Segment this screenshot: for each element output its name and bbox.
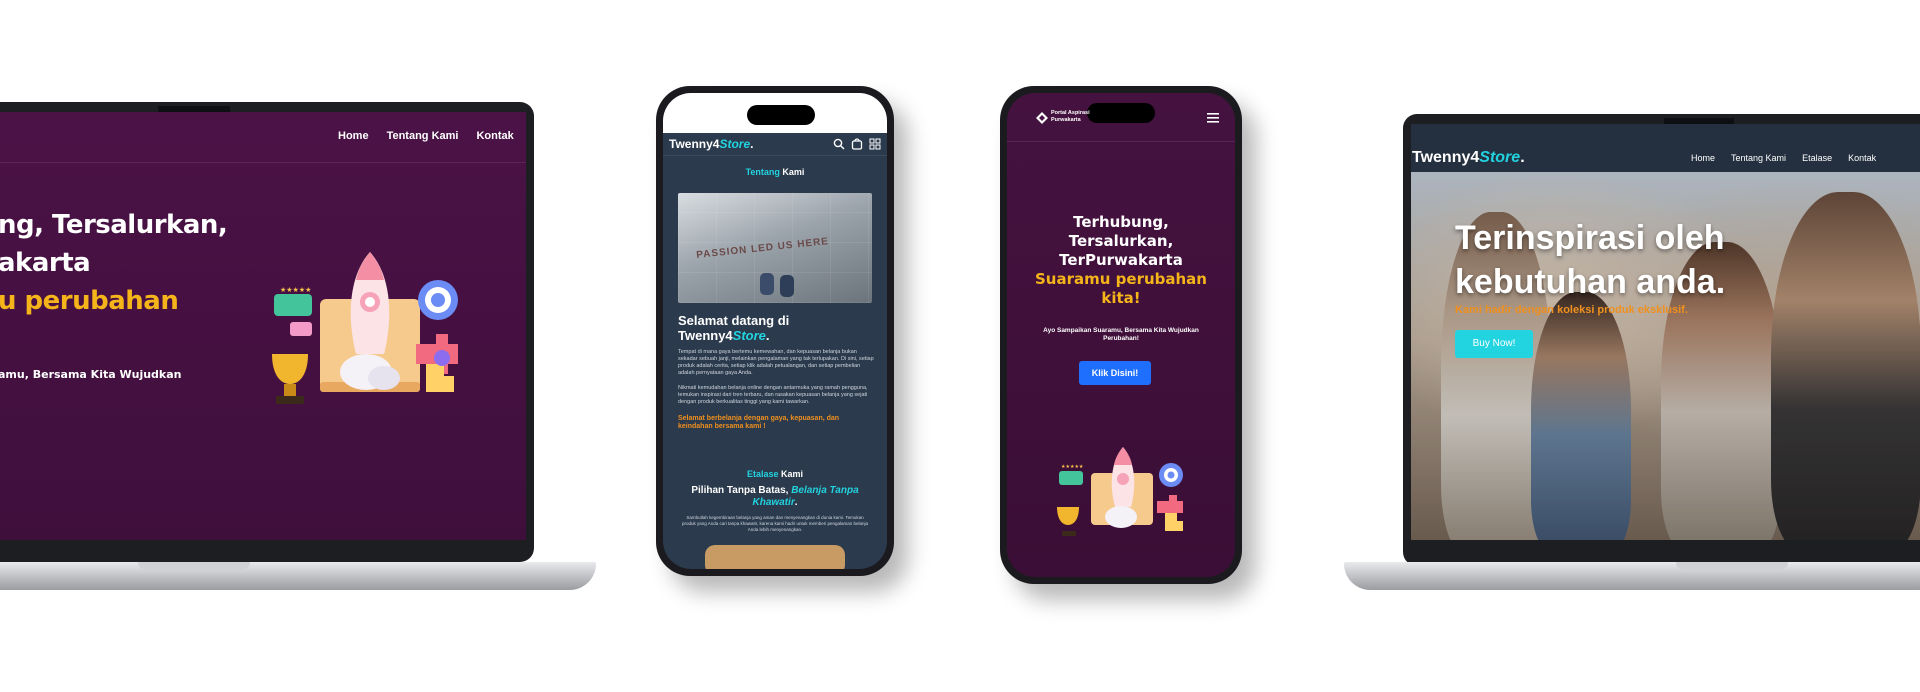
right-brand-dot: . [1520,149,1525,166]
nav-kontak[interactable]: Kontak [1848,153,1876,163]
logo-line-1: Portal Aspirasi [1051,110,1090,116]
nav-etalase[interactable]: Etalase [1802,153,1832,163]
cart-icon[interactable] [851,138,863,150]
phone-about-screen: Twenny4Store. Tentang Kami PASSION LED U… [663,93,887,569]
pilihan-heading: Pilihan Tanpa Batas, Belanja Tanpa Khawa… [683,485,867,509]
portal-sub-line-2: Perubahan! [1103,335,1139,342]
hero-line-3: u perubahan [0,286,179,316]
logo-line-2: Purwakarta [1051,117,1081,123]
nav-divider [0,162,526,163]
left-laptop-base [0,562,596,590]
right-hero-line-1: Terinspirasi oleh [1455,219,1725,257]
right-laptop-nav: Home Tentang Kami Etalase Kontak [1691,153,1876,163]
svg-text:★★★★★: ★★★★★ [1061,464,1084,470]
portal-hero-yellow-1: Suaramu perubahan [1035,270,1207,288]
about-paragraph-1: Tempat di mana gaya bertemu kemewahan, d… [678,349,874,376]
pilihan-main: Pilihan Tanpa Batas, [691,485,792,496]
welcome-line-1: Selamat datang di [678,313,790,328]
left-laptop-lip [138,562,250,570]
brand-logo[interactable]: Twenny4Store. [669,137,754,151]
portal-subtitle: Ayo Sampaikan Suaramu, Bersama Kita Wuju… [1007,327,1235,343]
rocket-illustration: ★★★★★ [272,252,458,404]
portal-hero-line-2: Tersalurkan, [1068,232,1174,250]
nav-home[interactable]: Home [338,130,369,142]
right-brand-logo[interactable]: Twenny4Store. [1412,149,1525,167]
left-laptop-screen: Home Tentang Kami Kontak ng, Tersalurkan… [0,112,526,540]
section-title-etalase: Etalase Kami [663,469,887,479]
product-card-preview[interactable] [705,545,845,569]
etalase-paragraph: Sambutlah kegembiraan belanja yang aman … [681,515,869,532]
portal-cta-button[interactable]: Klik Disini! [1079,361,1151,385]
phone-about: Twenny4Store. Tentang Kami PASSION LED U… [656,86,894,576]
portal-rocket-illustration: ★★★★★ [1057,447,1183,536]
nav-kontak[interactable]: Kontak [476,130,513,142]
buy-now-button[interactable]: Buy Now! [1455,330,1533,358]
portal-header-divider [1007,141,1235,142]
section-title-tentang: Tentang Kami [663,167,887,177]
etalase-accent: Etalase [746,469,779,479]
hamburger-menu-icon[interactable] [1207,113,1219,123]
welcome-line-2: Twenny4Store. [678,328,874,343]
right-brand-accent: Store [1479,149,1521,166]
right-hero-line-2: kebutuhan anda. [1455,263,1726,301]
hero-subtitle: amu, Bersama Kita Wujudkan [0,368,182,381]
nav-tentang-kami[interactable]: Tentang Kami [387,130,459,142]
menu-grid-icon[interactable] [869,138,881,150]
brand-dot: . [750,137,754,151]
portal-sub-line-1: Ayo Sampaikan Suaramu, Bersama Kita Wuju… [1043,327,1199,334]
about-paragraph-2: Nikmati kemudahan belanja online dengan … [678,385,868,405]
portal-hero-yellow-2: kita! [1101,289,1141,307]
etalase-rest: Kami [778,469,804,479]
right-laptop-base [1344,562,1920,590]
phone-portal-screen: Portal Aspirasi Purwakarta Terhubung, Te… [1007,93,1235,577]
pilihan-dot: . [794,497,798,508]
nav-home[interactable]: Home [1691,153,1715,163]
left-laptop-nav: Home Tentang Kami Kontak [338,130,514,142]
brand-main: Twenny4 [669,137,720,151]
right-hero-heading: Terinspirasi oleh kebutuhan anda. [1455,216,1725,304]
nav-tentang-kami[interactable]: Tentang Kami [1731,153,1786,163]
right-hero-subtitle: Kami hadir dengan koleksi produk eksklus… [1455,304,1688,316]
phone-portal: Portal Aspirasi Purwakarta Terhubung, Te… [1000,86,1242,584]
right-brand-main: Twenny4 [1412,149,1480,166]
passion-photo: PASSION LED US HERE [678,193,872,303]
welcome-brand-main: Twenny4 [678,328,733,343]
portal-hero-line-1: Terhubung, [1073,213,1169,231]
portal-hero: Terhubung, Tersalurkan, TerPurwakarta Su… [1007,213,1235,308]
welcome-heading: Selamat datang di Twenny4Store. [678,313,874,343]
phone-about-header: Twenny4Store. [663,133,887,156]
brand-accent: Store [719,137,751,151]
right-laptop-lip [1676,562,1788,570]
portal-logo-text[interactable]: Portal Aspirasi Purwakarta [1051,110,1090,124]
dynamic-island [1087,103,1155,123]
welcome-brand-accent: Store [732,328,766,343]
hero-line-2: akarta [0,248,91,278]
portal-hero-line-3: TerPurwakarta [1059,251,1183,269]
portal-logo-icon [1036,112,1048,124]
section-title-accent: Tentang [745,167,780,177]
hero-line-1: ng, Tersalurkan, [0,210,228,240]
about-closing: Selamat berbelanja dengan gaya, kepuasan… [678,415,840,430]
section-title-rest: Kami [779,167,805,177]
dynamic-island [747,105,815,125]
search-icon[interactable] [833,138,845,150]
svg-text:★★★★★: ★★★★★ [280,286,311,294]
welcome-dot: . [765,328,770,343]
right-laptop-header: Twenny4Store. Home Tentang Kami Etalase … [1411,146,1920,172]
right-laptop-screen: Twenny4Store. Home Tentang Kami Etalase … [1411,124,1920,540]
